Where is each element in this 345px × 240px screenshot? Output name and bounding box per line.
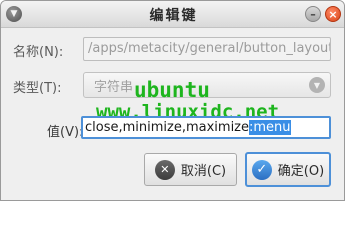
close-icon[interactable]: × bbox=[325, 6, 341, 22]
type-label: 类型(T): bbox=[13, 81, 62, 96]
minimize-icon[interactable]: – bbox=[305, 6, 321, 22]
cancel-button-label: 取消(C) bbox=[180, 164, 227, 179]
watermark-ubuntu: ubuntu bbox=[134, 78, 210, 102]
title-bar: ▼ 编辑键 – × bbox=[1, 1, 344, 28]
cancel-button[interactable]: ✕ 取消(C) bbox=[144, 153, 237, 186]
name-field: /apps/metacity/general/button_layout bbox=[83, 37, 331, 61]
name-label: 名称(N): bbox=[13, 45, 64, 60]
combo-dropdown-icon: ▼ bbox=[309, 77, 325, 93]
ok-button-label: 确定(O) bbox=[277, 164, 325, 179]
checkmark-icon: ✓ bbox=[251, 159, 272, 180]
value-label: 值(V): bbox=[47, 125, 84, 140]
value-selected-text: :menu bbox=[249, 120, 291, 135]
value-input[interactable]: close,minimize,maximize:menu bbox=[81, 116, 331, 139]
edit-key-dialog: ▼ 编辑键 – × 名称(N): /apps/metacity/general/… bbox=[0, 0, 345, 201]
value-text: close,minimize,maximize bbox=[85, 120, 250, 135]
type-combo-value: 字符串 bbox=[94, 80, 134, 95]
ok-button[interactable]: ✓ 确定(O) bbox=[245, 152, 331, 187]
cancel-icon: ✕ bbox=[154, 159, 175, 180]
dialog-title: 编辑键 bbox=[149, 8, 198, 24]
